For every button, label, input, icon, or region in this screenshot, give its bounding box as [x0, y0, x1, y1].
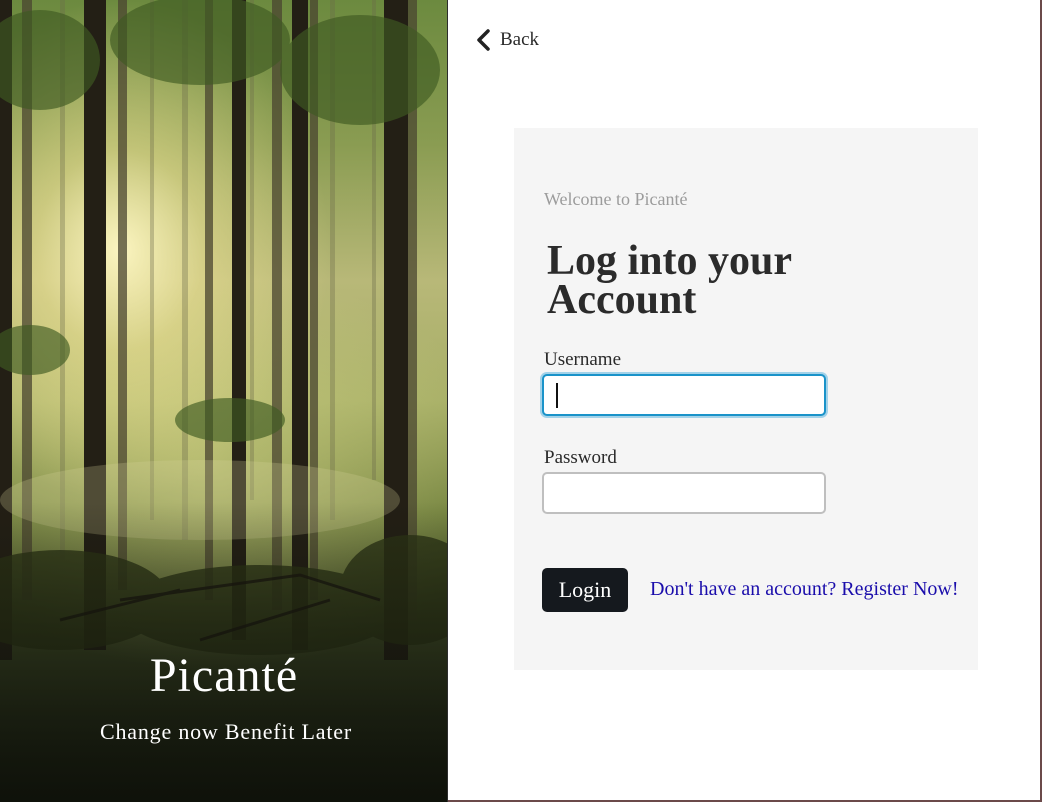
password-label: Password [544, 447, 617, 468]
hero-forest-image: Picanté Change now Benefit Later [0, 0, 448, 802]
brand-tagline: Change now Benefit Later [100, 719, 352, 744]
text-cursor [556, 383, 558, 408]
register-link[interactable]: Don't have an account? Register Now! [650, 576, 959, 602]
welcome-text: Welcome to Picanté [544, 189, 688, 209]
username-label: Username [544, 349, 622, 370]
password-input[interactable] [542, 472, 826, 514]
brand-name: Picanté [149, 649, 299, 702]
login-page: Picanté Change now Benefit Later Back We… [0, 0, 1042, 802]
page-title: Log into your Account [547, 238, 792, 323]
back-label: Back [500, 29, 540, 50]
login-card: Welcome to Picanté Log into your Account… [514, 128, 978, 670]
chevron-left-icon [474, 26, 494, 54]
username-input[interactable] [542, 374, 826, 416]
login-button[interactable]: Login [542, 568, 628, 612]
back-link[interactable]: Back [474, 26, 539, 54]
